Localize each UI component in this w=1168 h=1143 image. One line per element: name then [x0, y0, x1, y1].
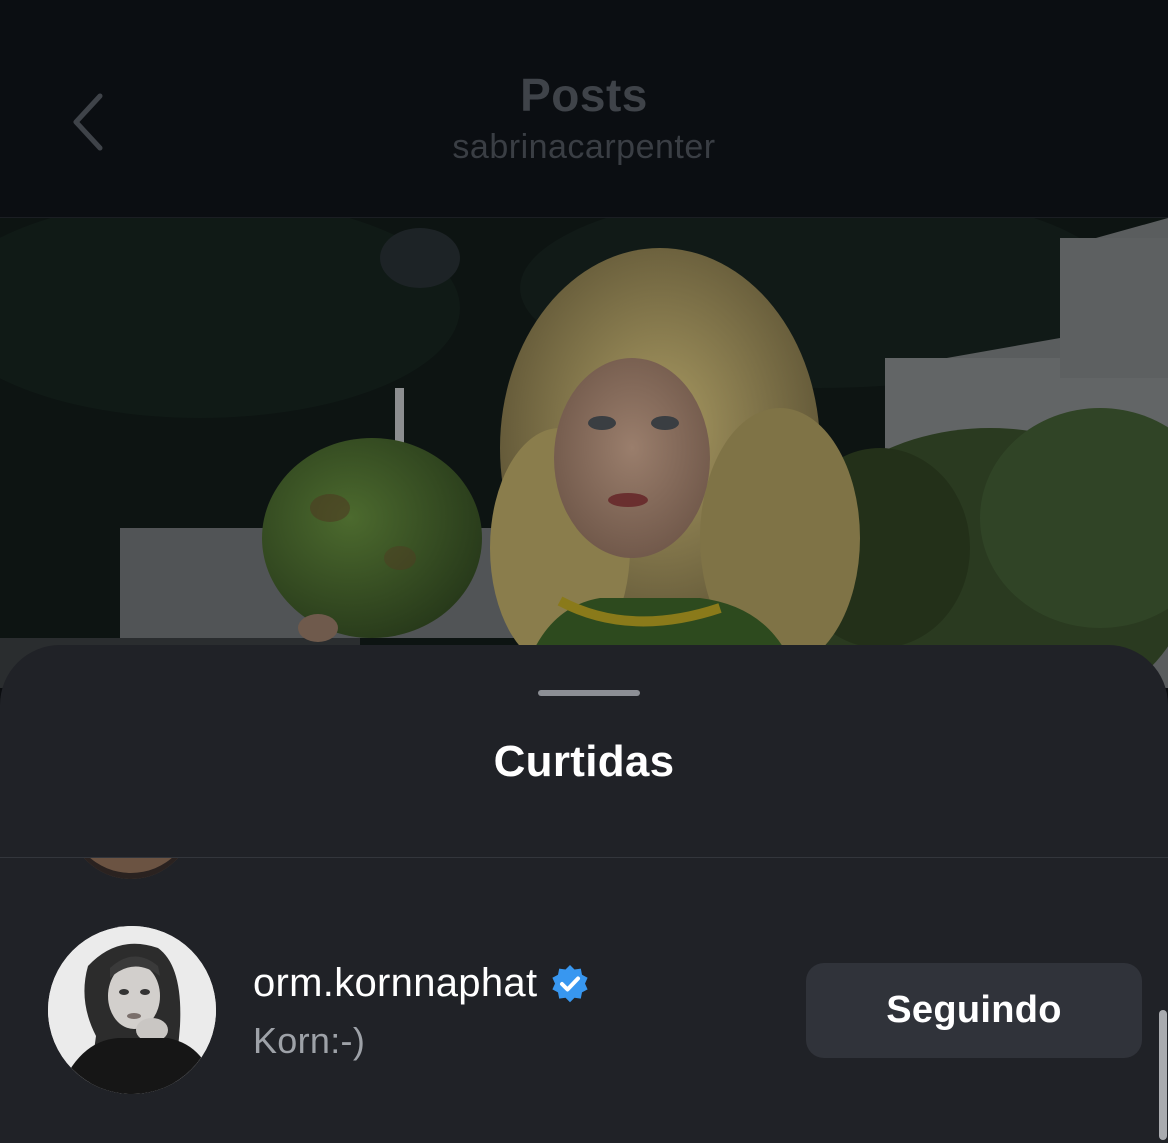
page-subtitle: sabrinacarpenter	[452, 128, 716, 166]
page-title: Posts	[520, 69, 648, 121]
username-link[interactable]: orm.kornnaphat	[253, 961, 591, 1006]
sheet-drag-handle[interactable]	[538, 690, 640, 696]
scrollbar[interactable]	[1159, 1010, 1167, 1140]
verified-badge-icon	[552, 964, 588, 1002]
avatar[interactable]	[48, 926, 216, 1094]
following-button[interactable]: Seguindo	[806, 963, 1142, 1058]
list-item[interactable]: orm.kornnaphat Korn:-) Seguindo	[0, 925, 1168, 1095]
top-bar: Posts sabrinacarpenter	[0, 0, 1168, 218]
likes-sheet: Curtidas orm.kornnaphat Korn:-) Seguindo	[0, 645, 1168, 1143]
sheet-title: Curtidas	[493, 737, 675, 786]
previous-user-avatar[interactable]	[68, 858, 194, 879]
sheet-divider	[0, 857, 1168, 858]
screen: Posts sabrinacarpenter Curtidas orm.korn…	[0, 0, 1168, 1143]
full-name: Korn:-)	[253, 1020, 366, 1061]
post-photo	[0, 218, 1168, 688]
username: orm.kornnaphat	[253, 961, 538, 1005]
